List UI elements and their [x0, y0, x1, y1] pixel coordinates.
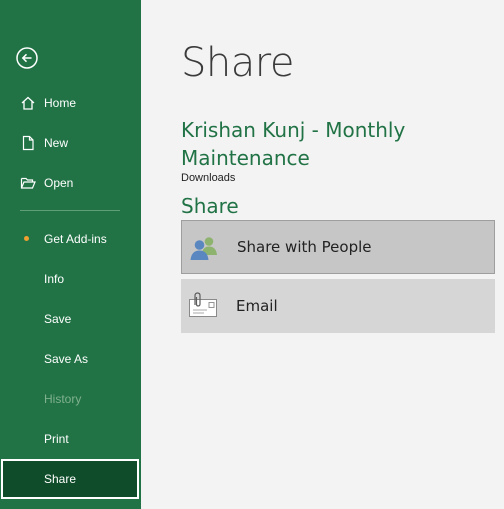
- sidebar-item-label: History: [44, 392, 82, 406]
- sidebar-item-share[interactable]: Share: [1, 459, 139, 499]
- sidebar-item-label: Home: [44, 96, 77, 110]
- sidebar-item-print[interactable]: Print: [0, 419, 141, 459]
- sidebar-item-new[interactable]: New: [0, 123, 141, 163]
- back-arrow-icon: [16, 47, 38, 69]
- sidebar-item-label: Share: [44, 472, 77, 486]
- page-title: Share: [181, 40, 294, 86]
- sidebar-item-label: Open: [44, 176, 74, 190]
- sidebar-item-label: Save: [44, 312, 72, 326]
- sidebar-item-info[interactable]: Info: [0, 259, 141, 299]
- document-title: Krishan Kunj - Monthly Maintenance: [181, 118, 406, 170]
- sidebar-item-label: Print: [44, 432, 69, 446]
- sidebar-item-label: Get Add-ins: [44, 232, 107, 246]
- sidebar-item-home[interactable]: Home: [0, 83, 141, 123]
- document-location: Downloads: [181, 172, 236, 184]
- sidebar-item-open[interactable]: Open: [0, 163, 141, 203]
- sidebar-item-save[interactable]: Save: [0, 299, 141, 339]
- open-folder-icon: [19, 174, 37, 192]
- sidebar-item-label: Info: [44, 272, 65, 286]
- home-icon: [19, 94, 37, 112]
- share-with-people-option[interactable]: Share with People: [181, 220, 495, 274]
- new-document-icon: [19, 134, 37, 152]
- sidebar-item-get-add-ins[interactable]: Get Add-ins: [0, 219, 141, 259]
- backstage-sidebar: Home New Open Get Add-ins Info Save Save…: [0, 0, 141, 509]
- sidebar-item-label: New: [44, 136, 69, 150]
- option-label: Email: [236, 297, 278, 315]
- section-heading: Share: [181, 194, 239, 218]
- email-option[interactable]: Email: [181, 279, 495, 333]
- sidebar-item-save-as[interactable]: Save As: [0, 339, 141, 379]
- sidebar-item-history: History: [0, 379, 141, 419]
- email-icon: [187, 290, 219, 322]
- notification-dot: [24, 236, 29, 241]
- sidebar-item-label: Save As: [44, 352, 89, 366]
- back-button[interactable]: [16, 47, 38, 69]
- option-label: Share with People: [237, 238, 372, 256]
- share-with-people-icon: [188, 232, 220, 264]
- share-pane: Share Krishan Kunj - Monthly Maintenance…: [141, 0, 504, 509]
- sidebar-divider: [20, 210, 120, 211]
